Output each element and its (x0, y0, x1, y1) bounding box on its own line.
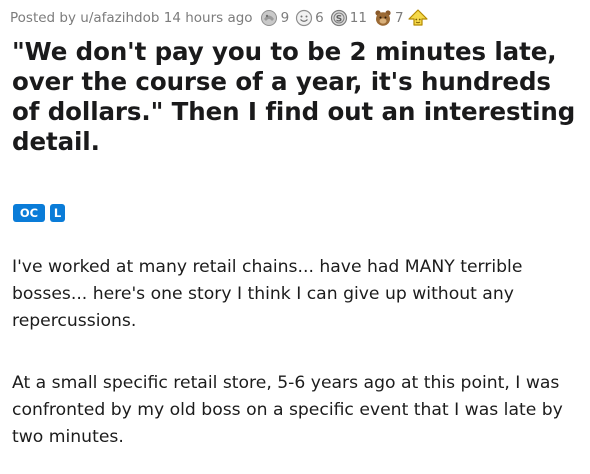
award-count: 7 (394, 10, 404, 26)
wholesome-award-icon (295, 9, 313, 27)
coin-award-icon: S (330, 9, 348, 27)
svg-text:S: S (336, 15, 342, 25)
post-body-paragraph: I've worked at many retail chains... hav… (12, 257, 523, 331)
award-silver[interactable]: 9 (259, 9, 290, 27)
silver-award-icon (259, 9, 279, 27)
post-title[interactable]: "We don't pay you to be 2 minutes late, … (12, 37, 582, 157)
award-count: 11 (349, 10, 367, 26)
award-count: 6 (315, 10, 324, 26)
award-coin[interactable]: S 11 (330, 9, 367, 27)
oc-flair-badge: OC (13, 204, 45, 222)
long-flair-badge: L (50, 204, 65, 222)
award-wholesome[interactable]: 6 (295, 9, 324, 27)
arrow-up-award-icon[interactable] (407, 9, 428, 27)
bear-award-icon (373, 9, 393, 27)
award-bear[interactable]: 7 (373, 9, 404, 27)
post-body-paragraph: At a small specific retail store, 5-6 ye… (12, 373, 563, 447)
post-meta: Posted by u/afazihdob 14 hours ago 9 6 S… (10, 7, 428, 29)
award-count: 9 (280, 10, 290, 26)
posted-by-text[interactable]: Posted by u/afazihdob 14 hours ago (10, 10, 253, 26)
post-flairs: OC L (13, 204, 65, 222)
